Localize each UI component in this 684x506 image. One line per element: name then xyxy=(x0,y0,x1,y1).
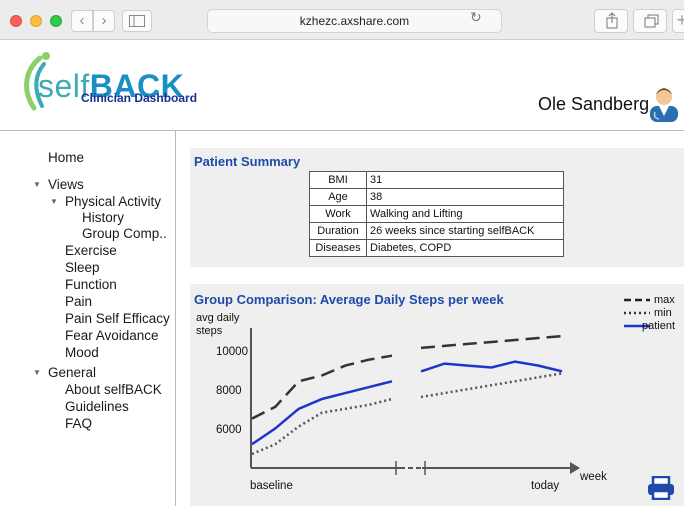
chevron-down-icon[interactable]: ▼ xyxy=(33,180,41,189)
chevron-left-icon: ‹ xyxy=(79,12,85,29)
table-cell-value: Walking and Lifting xyxy=(366,205,564,223)
table-cell-key: Diseases xyxy=(309,239,367,257)
table-row: Duration 26 weeks since starting selfBACK xyxy=(309,222,564,240)
sidebar-item-faq[interactable]: FAQ xyxy=(65,416,92,432)
table-row: Diseases Diabetes, COPD xyxy=(309,239,564,257)
series-line-patient xyxy=(420,360,563,373)
browser-toolbar: ‹ › kzhezc.axshare.com ↻ + xyxy=(0,0,684,40)
share-icon xyxy=(606,12,618,29)
url-text: kzhezc.axshare.com xyxy=(299,14,410,28)
doctor-avatar-icon[interactable] xyxy=(647,82,681,122)
table-row: BMI 31 xyxy=(309,171,564,189)
sidebar-divider xyxy=(175,131,176,506)
sidebar-item-views[interactable]: Views xyxy=(48,177,84,193)
sidebar-icon xyxy=(129,15,145,27)
sidebar-item-general[interactable]: General xyxy=(48,365,96,381)
sidebar-item-group-comp[interactable]: Group Comp.. xyxy=(82,226,167,242)
header-divider xyxy=(0,130,684,131)
sidebar-item-sleep[interactable]: Sleep xyxy=(65,260,100,276)
patient-summary-table: BMI 31 Age 38 Work Walking and Lifting Dura… xyxy=(309,171,564,257)
sidebar-item-mood[interactable]: Mood xyxy=(65,345,99,361)
share-button[interactable] xyxy=(594,9,628,33)
minimize-window-button[interactable] xyxy=(30,15,42,27)
sidebar-item-about[interactable]: About selfBACK xyxy=(65,382,162,398)
reload-icon[interactable]: ↻ xyxy=(470,9,482,26)
table-cell-key: Duration xyxy=(309,222,367,240)
table-cell-key: Work xyxy=(309,205,367,223)
close-window-button[interactable] xyxy=(10,15,22,27)
line-chart xyxy=(250,328,580,475)
table-cell-value: 26 weeks since starting selfBACK xyxy=(366,222,564,240)
table-row: Work Walking and Lifting xyxy=(309,205,564,223)
chevron-right-icon: › xyxy=(101,12,107,29)
patient-summary-panel: Patient Summary BMI 31 Age 38 Work Walking … xyxy=(190,148,684,267)
address-bar[interactable]: kzhezc.axshare.com xyxy=(207,9,502,33)
sidebar-item-history[interactable]: History xyxy=(82,210,124,226)
user-name[interactable]: Ole Sandberg xyxy=(538,94,649,115)
tabs-icon xyxy=(644,14,659,28)
forward-button[interactable]: › xyxy=(93,10,115,32)
sidebar-toggle-button[interactable] xyxy=(122,10,152,32)
table-cell-value: 38 xyxy=(366,188,564,206)
sidebar-item-function[interactable]: Function xyxy=(65,277,117,293)
series-line-min xyxy=(420,372,563,399)
app-subtitle: Clinician Dashboard xyxy=(81,91,198,105)
chevron-down-icon[interactable]: ▼ xyxy=(33,368,41,377)
chevron-down-icon[interactable]: ▼ xyxy=(50,197,58,206)
zoom-window-button[interactable] xyxy=(50,15,62,27)
table-row: Age 38 xyxy=(309,188,564,206)
new-tab-button[interactable]: + xyxy=(672,9,684,33)
sidebar-item-exercise[interactable]: Exercise xyxy=(65,243,117,259)
back-button[interactable]: ‹ xyxy=(71,10,93,32)
table-cell-key: BMI xyxy=(309,171,367,189)
group-comparison-panel: Group Comparison: Average Daily Steps pe… xyxy=(190,284,684,506)
sidebar-item-home[interactable]: Home xyxy=(48,150,84,166)
print-icon[interactable] xyxy=(646,476,676,500)
sidebar-item-pain[interactable]: Pain xyxy=(65,294,92,310)
table-cell-key: Age xyxy=(309,188,367,206)
sidebar-item-pain-self-efficacy[interactable]: Pain Self Efficacy xyxy=(65,311,170,327)
sidebar-item-fear-avoidance[interactable]: Fear Avoidance xyxy=(65,328,159,344)
table-cell-value: 31 xyxy=(366,171,564,189)
series-line-max xyxy=(420,334,563,350)
table-cell-value: Diabetes, COPD xyxy=(366,239,564,257)
sidebar-item-guidelines[interactable]: Guidelines xyxy=(65,399,129,415)
sidebar-item-physical-activity[interactable]: Physical Activity xyxy=(65,194,161,210)
x-axis-arrowhead xyxy=(570,462,580,474)
patient-summary-title: Patient Summary xyxy=(194,154,301,169)
show-tabs-button[interactable] xyxy=(633,9,667,33)
